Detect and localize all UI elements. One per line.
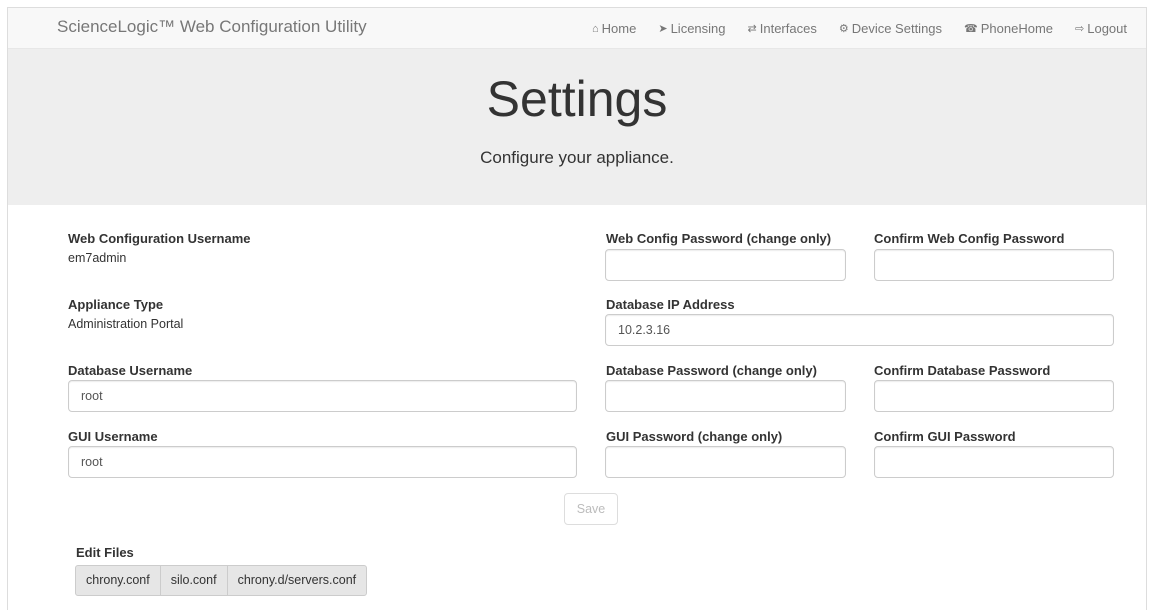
nav-home-label: Home — [601, 21, 637, 36]
database-username-label: Database Username — [68, 363, 193, 378]
nav-interfaces[interactable]: ⇄ Interfaces — [737, 8, 828, 49]
nav-licensing-label: Licensing — [670, 21, 726, 36]
web-config-password-label: Web Config Password (change only) — [606, 231, 832, 246]
nav-device-settings-label: Device Settings — [851, 21, 943, 36]
web-config-username-label: Web Configuration Username — [68, 231, 251, 246]
gui-username-label: GUI Username — [68, 429, 158, 444]
logout-icon: ⇨ — [1075, 23, 1085, 35]
home-icon: ⌂ — [592, 22, 599, 35]
database-password-label: Database Password (change only) — [606, 363, 817, 378]
nav-home[interactable]: ⌂ Home — [581, 8, 647, 49]
edit-files-group: chrony.conf silo.conf chrony.d/servers.c… — [75, 565, 368, 596]
database-ip-input[interactable]: 10.2.3.16 — [605, 314, 1114, 346]
licensing-icon: ➤ — [658, 23, 668, 35]
confirm-gui-password-label: Confirm GUI Password — [874, 429, 1016, 444]
appliance-type-value: Administration Portal — [68, 317, 184, 331]
web-config-username-value: em7admin — [68, 251, 127, 265]
nav-interfaces-label: Interfaces — [759, 21, 817, 36]
nav-device-settings[interactable]: ⚙ Device Settings — [828, 8, 953, 49]
web-config-password-input[interactable] — [605, 249, 846, 281]
page-title: Settings — [486, 71, 668, 127]
edit-files-title: Edit Files — [76, 545, 134, 560]
settings-header: Settings Configure your appliance. — [8, 49, 1146, 205]
database-username-input[interactable]: root — [68, 380, 577, 412]
edit-file-silo-conf-button[interactable]: silo.conf — [159, 565, 228, 596]
database-password-input[interactable] — [605, 380, 846, 412]
confirm-web-config-password-input[interactable] — [874, 249, 1114, 281]
gear-icon: ⚙ — [838, 23, 849, 35]
interfaces-icon: ⇄ — [747, 23, 757, 35]
appliance-type-label: Appliance Type — [68, 297, 164, 312]
nav-logout[interactable]: ⇨ Logout — [1064, 8, 1146, 49]
confirm-database-password-label: Confirm Database Password — [874, 363, 1051, 378]
edit-file-chrony-conf-button[interactable]: chrony.conf — [75, 565, 161, 596]
database-ip-label: Database IP Address — [606, 297, 735, 312]
gui-password-label: GUI Password (change only) — [606, 429, 783, 444]
nav-phonehome[interactable]: ☎ PhoneHome — [953, 8, 1064, 49]
nav-licensing[interactable]: ➤ Licensing — [647, 8, 736, 49]
top-navbar: ScienceLogic™ Web Configuration Utility … — [8, 8, 1146, 49]
nav-logout-label: Logout — [1087, 21, 1127, 36]
phone-icon: ☎ — [964, 23, 978, 35]
confirm-database-password-input[interactable] — [874, 380, 1114, 412]
page-subtitle: Configure your appliance. — [480, 148, 674, 167]
confirm-web-config-password-label: Confirm Web Config Password — [874, 231, 1065, 246]
gui-password-input[interactable] — [605, 446, 846, 478]
nav-menu: ⌂ Home ➤ Licensing ⇄ Interfaces ⚙ Device… — [581, 8, 1146, 49]
gui-username-input[interactable]: root — [68, 446, 577, 478]
save-button[interactable]: Save — [564, 493, 618, 525]
brand-title[interactable]: ScienceLogic™ Web Configuration Utility — [57, 17, 367, 37]
edit-file-chrony-servers-conf-button[interactable]: chrony.d/servers.conf — [226, 565, 368, 596]
nav-phonehome-label: PhoneHome — [980, 21, 1054, 36]
confirm-gui-password-input[interactable] — [874, 446, 1114, 478]
